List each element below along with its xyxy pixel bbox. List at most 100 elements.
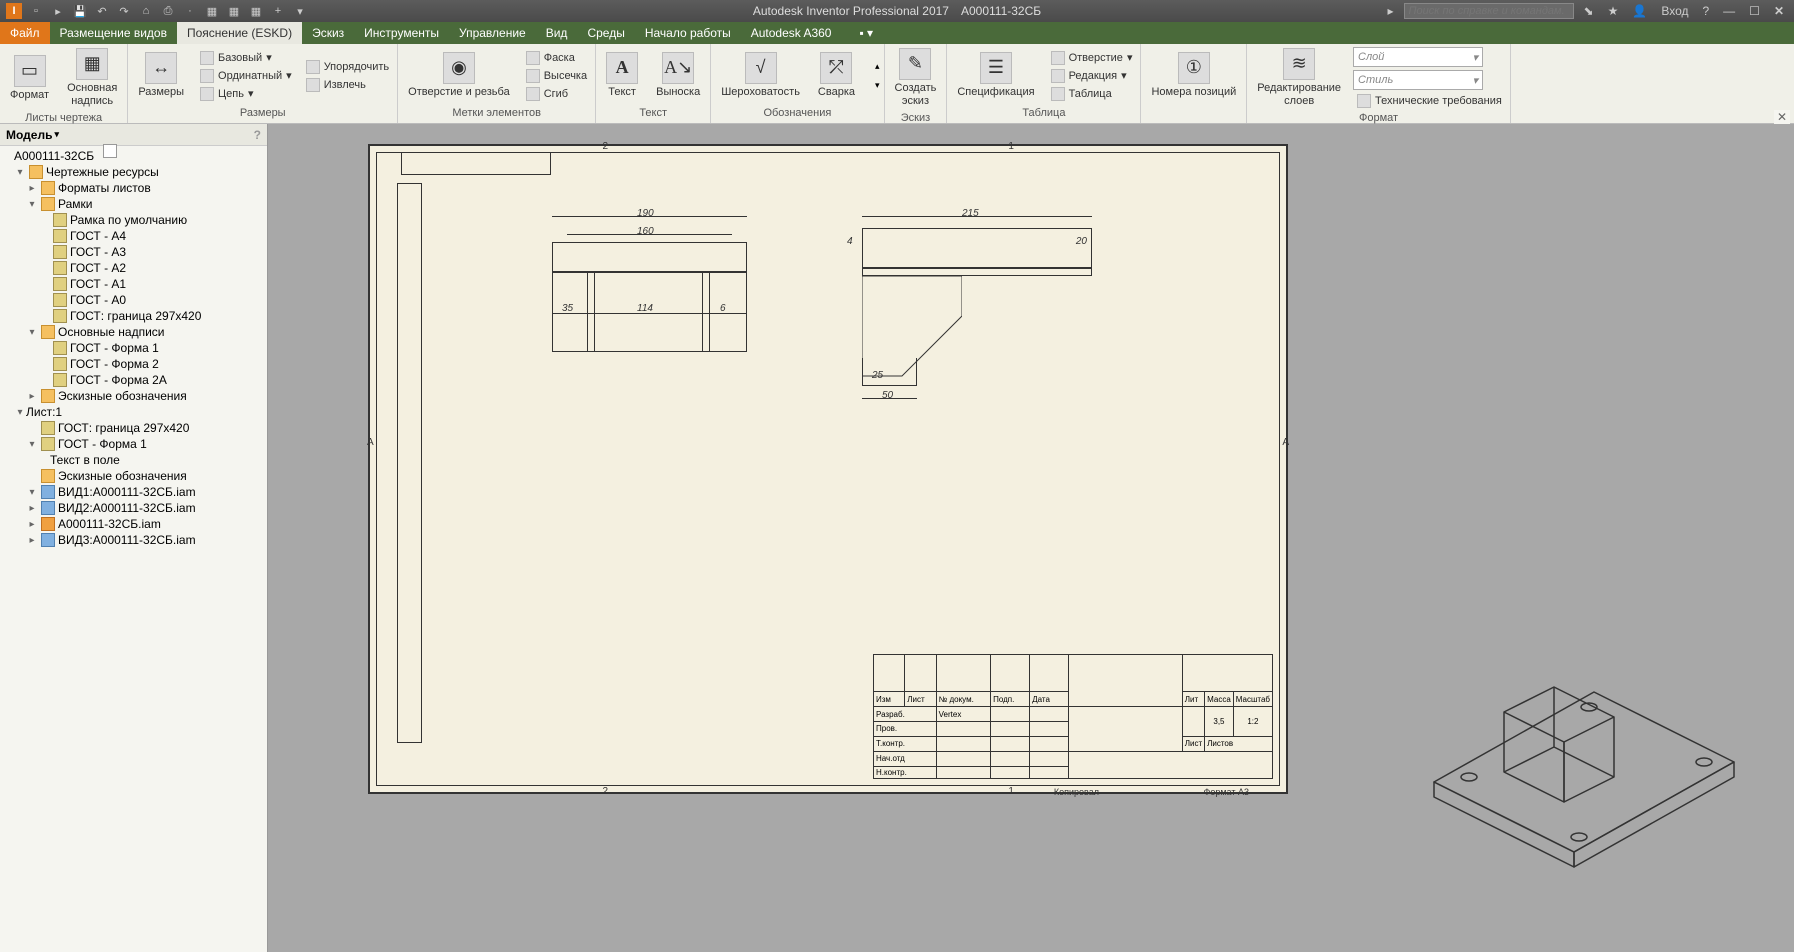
close-icon[interactable]: ✕ [1770, 4, 1788, 18]
login-label[interactable]: Вход [1657, 4, 1692, 18]
drawing-view-iso[interactable] [1414, 612, 1754, 892]
favorite-icon[interactable]: ★ [1604, 4, 1623, 18]
signin-arrow-icon[interactable]: ⬊ [1580, 4, 1598, 18]
qat-btn-1[interactable]: ▦ [204, 3, 220, 19]
ordinate-dim-button[interactable]: Ординатный ▾ [196, 68, 296, 84]
tab-view-placement[interactable]: Размещение видов [50, 22, 177, 44]
tree-node[interactable]: ▾Основные надписи [0, 324, 267, 340]
tree-node[interactable]: А000111-32СБ [0, 148, 267, 164]
user-icon[interactable]: 👤 [1628, 4, 1651, 18]
leader-text-button[interactable]: A↘Выноска [650, 50, 706, 101]
format-button[interactable]: ▭Формат [4, 53, 55, 104]
titleblock-button[interactable]: ▦Основная надпись [61, 46, 123, 110]
tab-view[interactable]: Вид [536, 22, 578, 44]
general-table-button[interactable]: Таблица [1047, 86, 1137, 102]
chain-dim-button[interactable]: Цепь ▾ [196, 86, 296, 102]
tree-node[interactable]: ГОСТ - А4 [0, 228, 267, 244]
tree-node[interactable]: ▾Рамки [0, 196, 267, 212]
weld-button[interactable]: ⤱Сварка [812, 50, 861, 101]
style-combo[interactable]: Стиль▾ [1353, 70, 1483, 90]
tab-annotation-eskd[interactable]: Пояснение (ESKD) [177, 22, 302, 44]
expand-icon[interactable]: ▾ [26, 439, 38, 450]
expand-icon[interactable]: ▾ [14, 167, 26, 178]
tab-extra-icon[interactable]: ▪ ▾ [849, 22, 883, 44]
tree-node[interactable]: Рамка по умолчанию [0, 212, 267, 228]
baseline-dim-button[interactable]: Базовый ▾ [196, 50, 296, 66]
browser-help-icon[interactable]: ? [254, 128, 261, 142]
hole-table-button[interactable]: Отверстие ▾ [1047, 50, 1137, 66]
hole-thread-button[interactable]: ◉Отверстие и резьба [402, 50, 516, 101]
tech-req-button[interactable]: Технические требования [1353, 93, 1506, 109]
tree-node[interactable]: ГОСТ - А3 [0, 244, 267, 260]
tree-node[interactable]: ГОСТ - Форма 2А [0, 372, 267, 388]
arrange-dim-button[interactable]: Упорядочить [302, 59, 393, 75]
minimize-icon[interactable]: — [1719, 4, 1739, 18]
tab-manage[interactable]: Управление [449, 22, 536, 44]
tree-node[interactable]: ▸Форматы листов [0, 180, 267, 196]
tree-node[interactable]: ГОСТ: граница 297x420 [0, 308, 267, 324]
tree-node[interactable]: ГОСТ - А2 [0, 260, 267, 276]
retrieve-dim-button[interactable]: Извлечь [302, 77, 393, 93]
qat-dropdown-icon[interactable]: ▾ [292, 3, 308, 19]
help-search-input[interactable] [1404, 3, 1574, 19]
redo-icon[interactable]: ↷ [116, 3, 132, 19]
tree-node[interactable]: ГОСТ: граница 297x420 [0, 420, 267, 436]
save-icon[interactable]: 💾 [72, 3, 88, 19]
new-icon[interactable]: ▫ [28, 3, 44, 19]
tree-node[interactable]: ▾Чертежные ресурсы [0, 164, 267, 180]
tree-node[interactable]: ▾ВИД1:А000111-32СБ.iam [0, 484, 267, 500]
chamfer-note-button[interactable]: Фаска [522, 50, 591, 66]
help-arrow-icon[interactable]: ▸ [1384, 4, 1398, 18]
spec-button[interactable]: ☰Спецификация [951, 50, 1040, 101]
tree-node[interactable]: Эскизные обозначения [0, 468, 267, 484]
drawing-view-2[interactable]: 215 4 20 25 50 [847, 208, 1097, 448]
tree-node[interactable]: ГОСТ - Форма 2 [0, 356, 267, 372]
tree-node[interactable]: ▸ВИД3:А000111-32СБ.iam [0, 532, 267, 548]
home-icon[interactable]: ⌂ [138, 3, 154, 19]
tree-node[interactable]: ▸ВИД2:А000111-32СБ.iam [0, 500, 267, 516]
tree-node[interactable]: ▾ГОСТ - Форма 1 [0, 436, 267, 452]
browser-header[interactable]: Модель▾ ? [0, 124, 267, 146]
tree-node[interactable]: ГОСТ - А1 [0, 276, 267, 292]
help-icon[interactable]: ? [1698, 4, 1713, 18]
create-sketch-button[interactable]: ✎Создать эскиз [889, 46, 943, 110]
tree-node[interactable]: Текст в поле [0, 452, 267, 468]
qat-btn-2[interactable]: ▦ [226, 3, 242, 19]
print-icon[interactable]: ⎙ [160, 3, 176, 19]
surface-button[interactable]: √Шероховатость [715, 50, 806, 101]
expand-icon[interactable]: ▸ [26, 183, 38, 194]
tab-file[interactable]: Файл [0, 22, 50, 44]
expand-icon[interactable]: ▾ [26, 199, 38, 210]
tree-node[interactable]: ГОСТ - Форма 1 [0, 340, 267, 356]
expand-icon[interactable]: ▾ [26, 487, 38, 498]
tab-tools[interactable]: Инструменты [354, 22, 449, 44]
tree-node[interactable]: ГОСТ - А0 [0, 292, 267, 308]
dimension-button[interactable]: ↔Размеры [132, 50, 190, 101]
tab-sketch[interactable]: Эскиз [302, 22, 354, 44]
expand-icon[interactable]: ▾ [26, 327, 38, 338]
tree-node[interactable]: ▾Лист:1 [0, 404, 267, 420]
open-icon[interactable]: ▸ [50, 3, 66, 19]
expand-icon[interactable]: ▸ [26, 519, 38, 530]
tab-environments[interactable]: Среды [577, 22, 634, 44]
tree-node[interactable]: ▸Эскизные обозначения [0, 388, 267, 404]
text-button[interactable]: AТекст [600, 50, 644, 101]
qat-btn-3[interactable]: ▦ [248, 3, 264, 19]
edit-layers-button[interactable]: ≋Редактирование слоев [1251, 46, 1347, 110]
qat-plus[interactable]: + [270, 3, 286, 19]
revision-table-button[interactable]: Редакция ▾ [1047, 68, 1137, 84]
bend-note-button[interactable]: Сгиб [522, 86, 591, 102]
expand-icon[interactable]: ▸ [26, 391, 38, 402]
layer-combo[interactable]: Слой▾ [1353, 47, 1483, 67]
expand-icon[interactable]: ▸ [26, 503, 38, 514]
browser-close-icon[interactable]: ✕ [1774, 110, 1790, 124]
app-icon[interactable]: I [6, 3, 22, 19]
tree-node[interactable]: ▸А000111-32СБ.iam [0, 516, 267, 532]
expand-icon[interactable]: ▾ [14, 407, 26, 418]
punch-note-button[interactable]: Высечка [522, 68, 591, 84]
tab-get-started[interactable]: Начало работы [635, 22, 741, 44]
balloon-button[interactable]: ①Номера позиций [1145, 50, 1242, 101]
maximize-icon[interactable]: ☐ [1745, 4, 1764, 18]
drawing-view-1[interactable]: 190 160 35 114 6 [542, 208, 752, 388]
tab-a360[interactable]: Autodesk A360 [741, 22, 842, 44]
